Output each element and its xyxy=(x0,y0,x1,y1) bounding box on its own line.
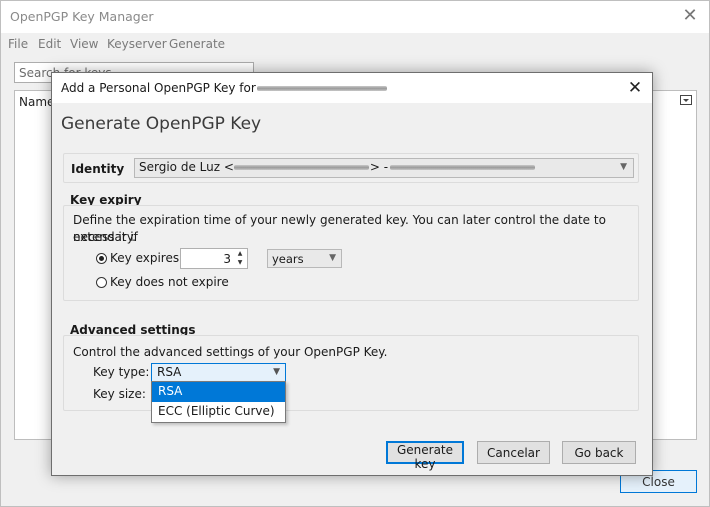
column-header-name[interactable]: Name xyxy=(19,95,54,109)
expiry-amount-stepper[interactable]: 3 ▲ ▼ xyxy=(180,248,248,269)
advanced-settings-description: Control the advanced settings of your Op… xyxy=(73,345,388,359)
key-expiry-description-1: Define the expiration time of your newly… xyxy=(73,213,606,244)
dialog-title: Add a Personal OpenPGP Key for xyxy=(61,81,387,95)
key-type-value: RSA xyxy=(157,365,182,379)
identity-label: Identity xyxy=(71,162,125,176)
spin-down-icon[interactable]: ▼ xyxy=(235,259,245,267)
identity-group: Identity Sergio de Luz < > - ▼ xyxy=(63,153,639,183)
dialog-heading: Generate OpenPGP Key xyxy=(61,114,262,134)
go-back-button[interactable]: Go back xyxy=(562,441,636,464)
menubar: File Edit View Keyserver Generate xyxy=(1,34,709,54)
expiry-unit-value: years xyxy=(272,252,304,266)
dialog-close-icon[interactable]: ✕ xyxy=(624,77,646,99)
identity-select[interactable]: Sergio de Luz < > - ▼ xyxy=(134,158,634,178)
chevron-down-icon: ▼ xyxy=(329,253,336,263)
expiry-unit-select[interactable]: years ▼ xyxy=(267,249,342,268)
key-never-expires-radio[interactable] xyxy=(96,277,107,288)
generate-key-button[interactable]: Generate key xyxy=(386,441,464,471)
menu-keyserver[interactable]: Keyserver xyxy=(107,37,167,51)
key-type-label: Key type: xyxy=(93,365,150,379)
column-picker-icon[interactable] xyxy=(680,95,692,105)
main-close-icon[interactable]: ✕ xyxy=(679,5,701,27)
identity-name: Sergio de Luz < xyxy=(139,160,234,174)
identity-separator: > - xyxy=(369,160,389,174)
menu-view[interactable]: View xyxy=(70,37,98,51)
key-type-option-ecc[interactable]: ECC (Elliptic Curve) xyxy=(152,402,285,422)
expiry-amount-value: 3 xyxy=(223,252,231,266)
dialog-titlebar: Add a Personal OpenPGP Key for ✕ xyxy=(52,73,652,103)
chevron-down-icon: ▼ xyxy=(273,367,280,377)
key-size-label: Key size: xyxy=(93,387,146,401)
redacted-email xyxy=(256,86,387,91)
key-type-select[interactable]: RSA ▼ xyxy=(151,363,286,382)
menu-file[interactable]: File xyxy=(8,37,28,51)
main-window-title: OpenPGP Key Manager xyxy=(10,9,154,24)
menu-edit[interactable]: Edit xyxy=(38,37,61,51)
menu-generate[interactable]: Generate xyxy=(169,37,225,51)
key-expiry-description-2: necessary. xyxy=(73,230,136,244)
chevron-down-icon: ▼ xyxy=(620,162,627,172)
dialog-title-text: Add a Personal OpenPGP Key for xyxy=(61,81,256,95)
key-type-dropdown: RSA ECC (Elliptic Curve) xyxy=(151,381,286,423)
key-never-expires-label[interactable]: Key does not expire xyxy=(110,275,229,289)
main-titlebar: OpenPGP Key Manager ✕ xyxy=(1,1,709,33)
key-expires-radio[interactable] xyxy=(96,253,107,264)
key-type-option-rsa[interactable]: RSA xyxy=(152,382,285,402)
redacted-identity-email xyxy=(233,165,369,170)
spin-up-icon[interactable]: ▲ xyxy=(235,250,245,258)
generate-key-dialog: Add a Personal OpenPGP Key for ✕ Generat… xyxy=(51,72,653,476)
redacted-identity-id xyxy=(390,165,536,170)
cancel-button[interactable]: Cancelar xyxy=(477,441,550,464)
